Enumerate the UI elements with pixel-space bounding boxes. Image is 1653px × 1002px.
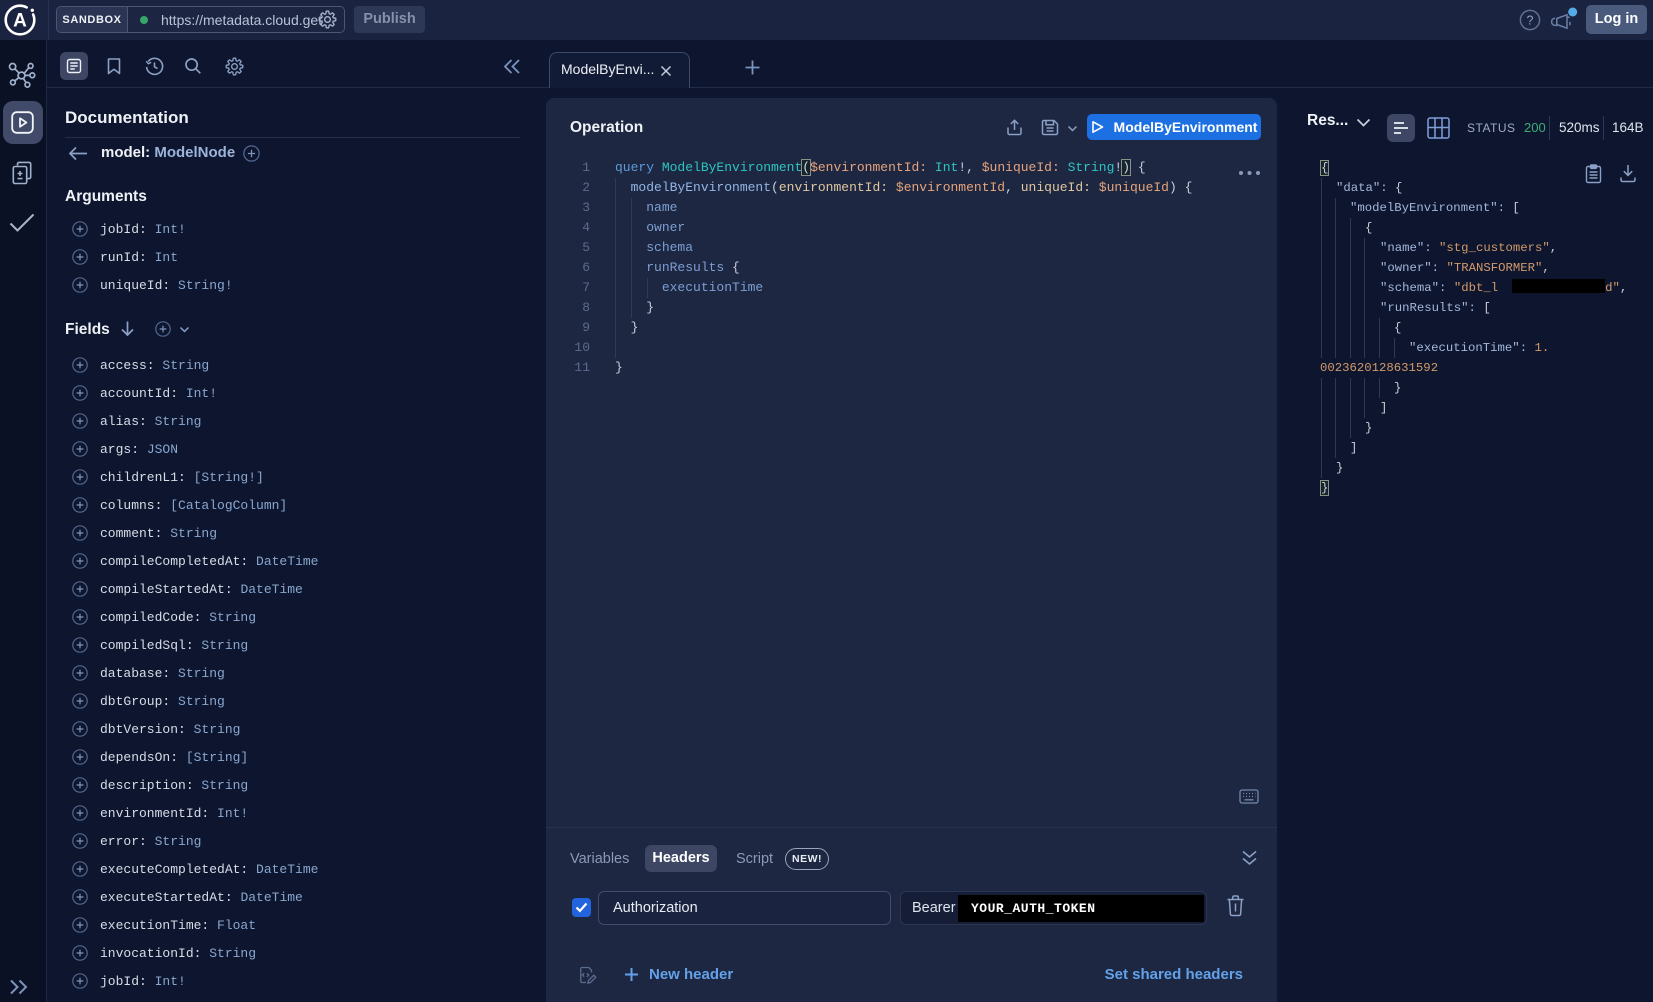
svg-text:?: ? — [1527, 14, 1534, 28]
svg-text:A: A — [13, 11, 27, 32]
